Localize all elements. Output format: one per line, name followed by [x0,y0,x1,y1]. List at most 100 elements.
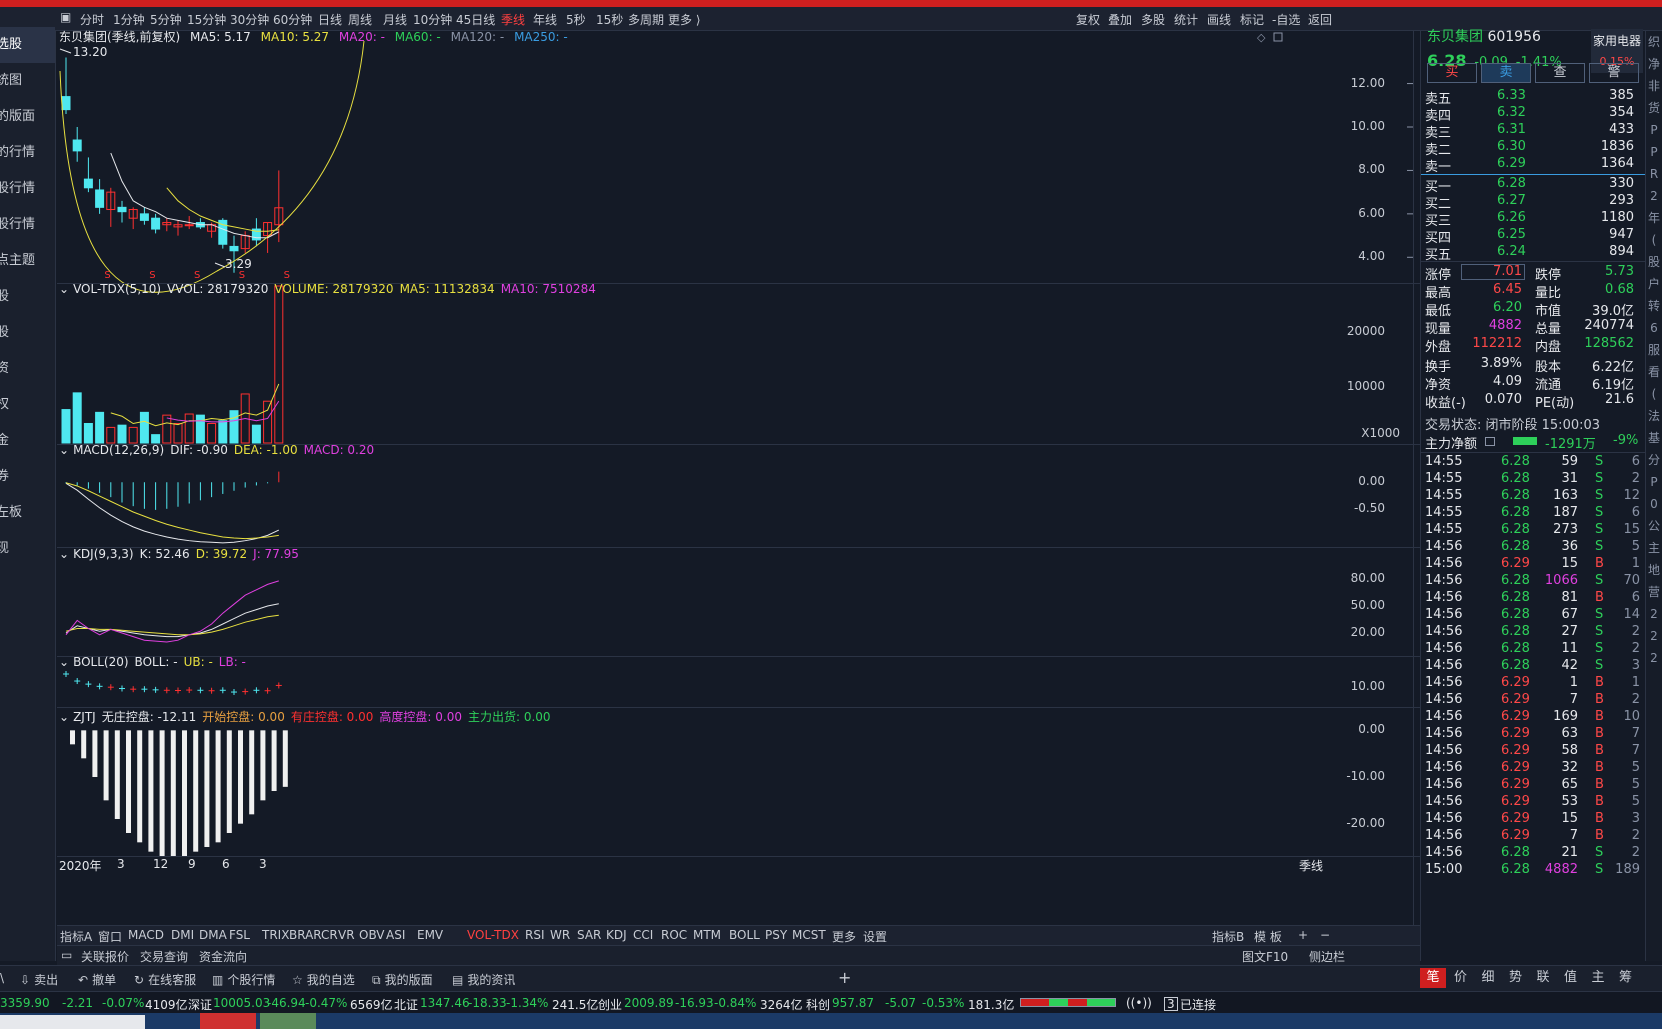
quick-button[interactable]: ⇩ 卖出 [20,971,58,988]
tool-button[interactable]: 复权 [1076,11,1100,28]
indicator-tab[interactable]: ROC [661,928,687,942]
period-tab[interactable]: 60分钟 [273,11,312,28]
taskbar-app-icon[interactable] [260,1013,316,1029]
indicator-tab[interactable]: RSI [525,928,545,942]
period-tab[interactable]: 月线 [383,11,407,28]
edge-label[interactable]: ( [1646,383,1662,405]
edge-label[interactable]: ( [1646,229,1662,251]
right-tab[interactable]: 筹 [1613,968,1639,988]
edge-label[interactable]: 服 [1646,339,1662,361]
edge-label[interactable]: 2 [1646,185,1662,207]
indicator-tab[interactable]: WR [550,928,570,942]
edge-label[interactable]: 6 [1646,317,1662,339]
period-tab[interactable]: 1分钟 [113,11,145,28]
tool-button[interactable]: 返回 [1308,11,1332,28]
indicator-tab[interactable]: 设置 [863,928,887,945]
edge-label[interactable]: 户 [1646,273,1662,295]
edge-label[interactable]: 看 [1646,361,1662,383]
period-tab[interactable]: 周线 [348,11,372,28]
edge-label[interactable]: P [1646,471,1662,493]
edge-label[interactable]: 货 [1646,97,1662,119]
period-tab[interactable]: 5分钟 [150,11,182,28]
right-tab[interactable]: 联 [1530,968,1556,988]
indicator-tab[interactable]: KDJ [606,928,627,942]
right-tab[interactable]: 价 [1448,968,1474,988]
sub-tab[interactable]: 资金流向 [199,948,247,965]
period-tab[interactable]: 年线 [533,11,557,28]
indicator-tab[interactable]: 指标A [60,928,92,945]
period-tab[interactable]: 分时 [80,11,104,28]
quick-button[interactable]: ↻ 在线客服 [134,971,196,988]
taskbar-item[interactable] [0,1015,145,1029]
sub-tab-right[interactable]: 图文F10 [1242,948,1288,965]
quick-button[interactable]: ☆ 我的自选 [292,971,355,988]
collapse-icon[interactable]: ⌄ [59,547,69,561]
tool-button[interactable]: 统计 [1174,11,1198,28]
indicator-tab[interactable]: ASI [386,928,405,942]
tool-button[interactable]: 叠加 [1108,11,1132,28]
buy-button[interactable]: 买 [1427,63,1477,83]
indicator-tab[interactable]: MTM [693,928,721,942]
tool-button[interactable]: 多股 [1141,11,1165,28]
chart-area[interactable]: 东贝集团(季线,前复权) MA5: 5.17 MA10: 5.27 MA20: … [57,30,1427,927]
indicator-tab[interactable]: EMV [417,928,443,942]
edge-label[interactable]: 营 [1646,581,1662,603]
period-tab[interactable]: 10分钟 [413,11,452,28]
edge-label[interactable]: 非 [1646,75,1662,97]
collapse-icon[interactable]: ⌄ [59,443,69,457]
edge-label[interactable]: P [1646,141,1662,163]
left-nav-item[interactable]: 的行情 [0,135,55,171]
edge-label[interactable]: 织 [1646,31,1662,53]
indicator-tab[interactable]: 窗口 [98,928,122,945]
left-nav-item[interactable]: 股行情 [0,171,55,207]
period-tab[interactable]: 30分钟 [230,11,269,28]
edge-label[interactable]: 公 [1646,515,1662,537]
left-nav-item[interactable]: 权 [0,387,55,423]
indicator-tab[interactable]: SAR [577,928,601,942]
sub-tab[interactable]: 交易查询 [140,948,188,965]
indicator-tab[interactable]: BRAR [289,928,322,942]
indicator-tab[interactable]: 更多 [832,928,856,945]
indicator-tab[interactable]: CCI [633,928,653,942]
indicator-tab[interactable]: VOL-TDX [467,928,519,942]
left-nav-item[interactable]: 现 [0,531,55,567]
indicator-tab[interactable]: MCST [792,928,826,942]
right-tab[interactable]: 笔 [1420,968,1446,988]
collapse-icon[interactable]: \ [0,971,4,985]
quick-button[interactable]: ↶ 撤单 [78,971,116,988]
indicator-tab[interactable]: VR [338,928,355,942]
edge-label[interactable]: 2 [1646,603,1662,625]
indicator-right-button[interactable]: − [1320,928,1330,942]
left-nav-item[interactable]: 左板 [0,495,55,531]
indicator-tab[interactable]: FSL [229,928,250,942]
collapse-icon[interactable]: ⌄ [59,282,69,296]
sub-tab-right[interactable]: 侧边栏 [1309,948,1345,965]
edge-label[interactable]: 股 [1646,251,1662,273]
period-tab[interactable]: 多周期 [628,11,664,28]
left-nav-item[interactable]: 选股 [0,27,55,63]
indicator-tab[interactable]: MACD [128,928,164,942]
left-nav-item[interactable]: 的版面 [0,99,55,135]
indicator-tab[interactable]: DMA [199,928,227,942]
panel-toggle-icon[interactable]: ▭ [61,948,72,962]
quick-button[interactable]: ▥ 个股行情 [212,971,275,988]
edge-label[interactable]: 分 [1646,449,1662,471]
alert-button[interactable]: 警 [1589,63,1639,83]
quick-button[interactable]: ▤ 我的资讯 [452,971,515,988]
edge-label[interactable]: 法 [1646,405,1662,427]
edge-label[interactable]: 基 [1646,427,1662,449]
left-nav-item[interactable]: 券 [0,459,55,495]
left-nav-item[interactable]: 股 [0,315,55,351]
left-nav-item[interactable]: 统图 [0,63,55,99]
period-tab[interactable]: 45日线 [456,11,495,28]
left-nav-item[interactable]: 资 [0,351,55,387]
left-nav-item[interactable]: 股行情 [0,207,55,243]
right-tab[interactable]: 细 [1475,968,1501,988]
indicator-tab[interactable]: OBV [359,928,385,942]
quick-button[interactable]: ⧉ 我的版面 [372,971,433,988]
indicator-right-button[interactable]: 模 板 [1254,928,1282,945]
period-tab[interactable]: 季线 [501,11,525,28]
main-flow-icon[interactable] [1485,437,1495,446]
left-nav-item[interactable]: 股 [0,279,55,315]
period-tab[interactable]: 更多 ⟩ [668,11,701,28]
